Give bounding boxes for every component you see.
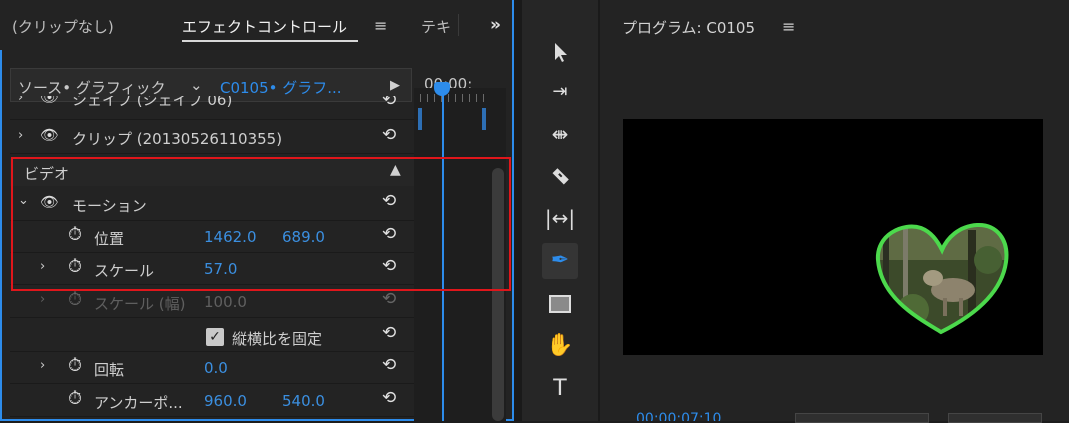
eye-icon[interactable]: 👁 [40, 96, 59, 106]
program-timecode[interactable]: 00;00;07;10 [636, 411, 786, 421]
chevron-right-icon[interactable]: › [18, 128, 23, 143]
panel-menu-icon[interactable]: ≡ [782, 17, 795, 36]
tab-text[interactable]: テキ [421, 16, 451, 37]
tab-no-clip[interactable]: (クリップなし) [12, 16, 114, 37]
pen-tool-icon[interactable]: ✒ [542, 243, 578, 279]
property-row-rotation[interactable]: › ⏱ 回転 0.0 ⟲ [10, 352, 414, 384]
panel-divider[interactable] [514, 0, 522, 421]
type-tool-icon[interactable]: T [542, 370, 578, 406]
chevron-right-icon: › [40, 292, 46, 307]
resolution-dropdown[interactable] [948, 413, 1042, 423]
fit-dropdown[interactable] [795, 413, 929, 423]
scale-width-label: スケール (幅) [94, 295, 186, 313]
reset-icon: ⟲ [382, 289, 397, 309]
rectangle-tool-icon[interactable] [542, 286, 578, 322]
selection-tool-icon[interactable] [542, 34, 578, 70]
razor-tool-icon[interactable] [542, 158, 578, 194]
tab-divider [458, 14, 459, 36]
uniform-scale-checkbox[interactable]: ✓ [206, 328, 224, 346]
property-row-shape[interactable]: › 👁 シェイプ (シェイプ 06) ⟲ [10, 96, 414, 120]
program-title[interactable]: プログラム: C0105 [622, 17, 755, 38]
hand-tool-icon[interactable]: ✋ [542, 328, 578, 364]
anchor-x-value[interactable]: 960.0 [204, 392, 247, 410]
stopwatch-icon[interactable]: ⏱ [68, 388, 82, 409]
heart-clip-preview[interactable] [873, 220, 1011, 336]
reset-icon[interactable]: ⟲ [382, 96, 396, 110]
chevron-right-icon[interactable]: › [40, 358, 45, 373]
stopwatch-icon[interactable]: ⏱ [68, 355, 82, 376]
tab-effect-controls[interactable]: エフェクトコントロール [182, 16, 347, 37]
play-arrow-icon[interactable]: ▶ [390, 78, 400, 93]
chevron-right-icon[interactable]: › [18, 96, 23, 105]
ripple-edit-tool-icon[interactable]: ⇼ [542, 116, 578, 152]
slip-tool-icon[interactable]: |↔| [542, 200, 578, 236]
uniform-scale-label: 縦横比を固定 [232, 330, 323, 348]
reset-icon[interactable]: ⟲ [382, 355, 396, 375]
overflow-chevron-icon[interactable]: » [490, 15, 501, 35]
eye-icon[interactable]: 👁 [40, 126, 59, 144]
panel-menu-icon[interactable]: ≡ [374, 16, 387, 35]
rotation-value[interactable]: 0.0 [204, 359, 228, 377]
shape-label: シェイプ (シェイプ 06) [72, 96, 233, 109]
active-tab-indicator [182, 40, 358, 42]
chevron-down-icon[interactable]: ⌄ [190, 76, 203, 94]
track-select-tool-icon[interactable]: ⇥ [542, 74, 578, 110]
reset-icon[interactable]: ⟲ [382, 388, 396, 408]
rotation-label: 回転 [94, 361, 125, 379]
clip-label: クリップ (20130526110355) [72, 130, 283, 148]
timeline-ruler [420, 94, 490, 102]
property-row-anchor[interactable]: ⏱ アンカーポ... 960.0 540.0 ⟲ [10, 385, 414, 417]
scale-width-value: 100.0 [204, 293, 247, 311]
anchor-y-value[interactable]: 540.0 [282, 392, 325, 410]
source-label: ソース• グラフィック [18, 79, 166, 97]
clip-start-marker [418, 108, 422, 130]
highlight-box [11, 157, 511, 291]
clip-selector[interactable]: C0105• グラフ... [220, 77, 342, 98]
property-row-clip[interactable]: › 👁 クリップ (20130526110355) ⟲ [10, 122, 414, 154]
reset-icon[interactable]: ⟲ [382, 323, 396, 343]
clip-end-marker [482, 108, 486, 130]
anchor-label: アンカーポ... [94, 394, 183, 412]
reset-icon[interactable]: ⟲ [382, 125, 396, 145]
stopwatch-icon: ⏱ [68, 289, 83, 310]
